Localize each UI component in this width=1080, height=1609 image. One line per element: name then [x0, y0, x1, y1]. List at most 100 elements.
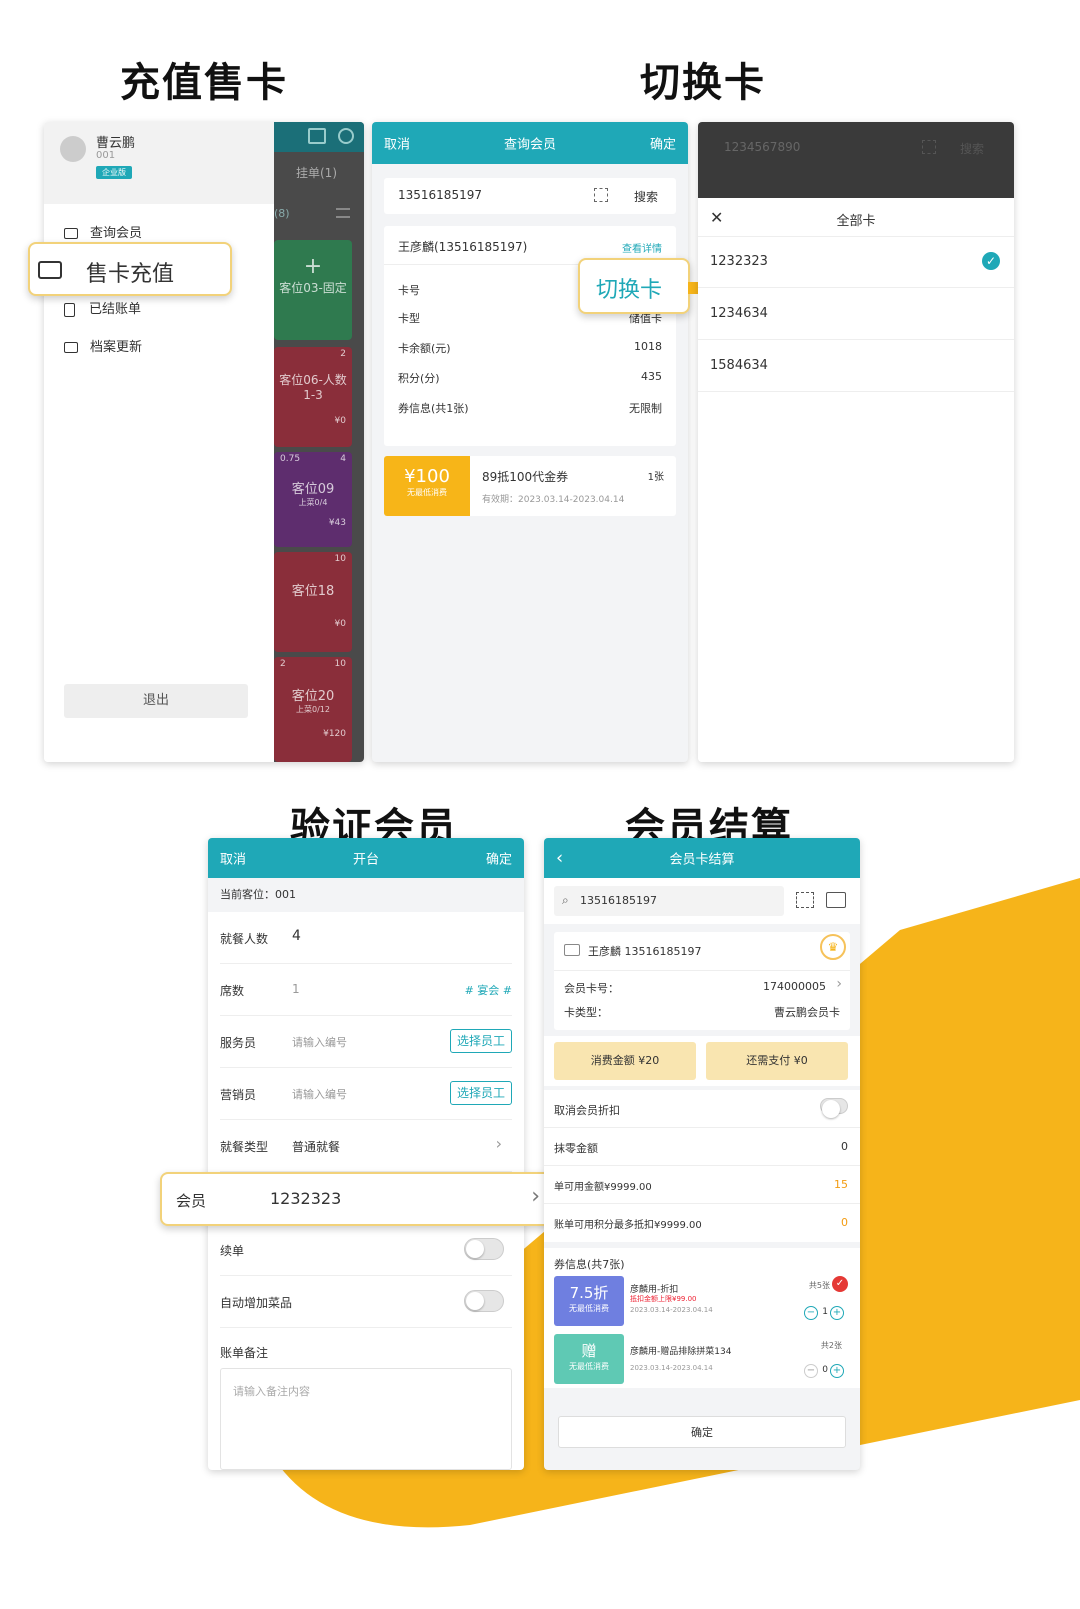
cancel-button[interactable]: 取消 — [220, 849, 246, 868]
scan-icon[interactable] — [594, 188, 608, 202]
confirm-button[interactable]: 确定 — [650, 134, 676, 153]
seat-tile[interactable]: + 客位03-固定 — [274, 240, 352, 340]
title-switch-card: 切换卡 — [640, 60, 766, 106]
coupon-section: 券信息(共7张) 7.5折 无最低消费 彦麟用-折扣 抵扣金额上限¥99.00 … — [544, 1248, 860, 1388]
search-input[interactable]: 13516185197 — [398, 188, 482, 202]
form-row-auto-add: 自动增加菜品 — [220, 1276, 512, 1328]
scan-icon — [308, 128, 326, 144]
search-input[interactable]: ⌕ 13516185197 — [554, 886, 784, 916]
coupon-quantity: 1 — [822, 1307, 828, 1317]
chevron-right-icon: › — [531, 1184, 540, 1209]
selected-check-icon: ✓ — [832, 1276, 848, 1292]
settle-row[interactable]: 单可用金额¥9999.00 15 — [544, 1166, 860, 1204]
page-title: 查询会员 — [503, 137, 557, 153]
callout-sell-card-recharge[interactable]: 售卡充值 — [28, 242, 232, 296]
settle-row: 取消会员折扣 — [544, 1090, 860, 1128]
banquet-tag[interactable]: # 宴会 # — [465, 982, 512, 998]
minus-icon[interactable]: − — [804, 1306, 818, 1320]
field-label: 积分(分) — [398, 372, 440, 385]
coupon-card[interactable]: 7.5折 无最低消费 彦麟用-折扣 抵扣金额上限¥99.00 2023.03.1… — [554, 1276, 848, 1326]
consume-amount: 消费金额 ¥20 — [554, 1042, 696, 1080]
form-row-marketer: 营销员 请输入编号 选择员工 — [220, 1068, 512, 1120]
back-icon[interactable]: ‹ — [556, 848, 563, 869]
auto-add-toggle[interactable] — [464, 1290, 504, 1312]
form-row-tables[interactable]: 席数 1 # 宴会 # — [220, 964, 512, 1016]
member-name: 王彦麟 13516185197 — [588, 945, 702, 958]
field-label: 卡余额(元) — [398, 342, 451, 355]
field-value: 无限制 — [629, 402, 662, 415]
coupon-card[interactable]: 赠 无最低消费 彦麟用-赠品排除拼菜134 2023.03.14-2023.04… — [554, 1334, 848, 1384]
card-list-item[interactable]: 1584634 — [698, 340, 1014, 392]
remark-textarea[interactable]: 请输入备注内容 — [220, 1368, 512, 1470]
search-button[interactable]: 搜索 — [634, 188, 658, 205]
form-row-dining-type[interactable]: 就餐类型 普通就餐 › — [220, 1120, 512, 1172]
seat-tile[interactable]: 2 10 客位20 上菜0/12 ¥120 — [274, 657, 352, 762]
select-staff-button[interactable]: 选择员工 — [450, 1081, 512, 1105]
view-detail-link[interactable]: 查看详情 — [622, 240, 662, 255]
panel-query-member: 取消 查询会员 确定 13516185197 搜索 王彦麟(1351618519… — [372, 122, 688, 762]
cancel-button[interactable]: 取消 — [384, 134, 410, 153]
callout-switch-card[interactable]: 切换卡 — [578, 258, 690, 314]
card-icon[interactable] — [826, 892, 846, 908]
user-name: 曹云鹏 — [96, 136, 136, 151]
card-type: 曹云鹏会员卡 — [774, 1006, 840, 1019]
refresh-icon — [338, 128, 354, 144]
title-recharge: 充值售卡 — [120, 60, 288, 106]
clipboard-icon — [64, 302, 75, 317]
settle-row[interactable]: 账单可用积分最多抵扣¥9999.00 0 — [544, 1204, 860, 1242]
field-label: 卡号 — [398, 284, 420, 297]
callout-sell-card-label: 售卡充值 — [86, 262, 175, 287]
menu-item-bills[interactable]: 已结账单 — [64, 298, 141, 317]
edition-badge: 企业版 — [96, 166, 132, 179]
search-button[interactable]: 搜索 — [960, 140, 984, 157]
coupon-condition: 无最低消费 — [407, 488, 447, 497]
field-label: 卡型 — [398, 312, 420, 325]
chevron-right-icon: › — [495, 1134, 502, 1153]
settle-row[interactable]: 抹零金额 0 — [544, 1128, 860, 1166]
coupon-count: 1张 — [647, 472, 664, 483]
menu-lines-icon — [336, 208, 350, 218]
form-row-renew: 续单 — [220, 1224, 512, 1276]
plus-icon[interactable]: + — [830, 1364, 844, 1378]
waiter-input[interactable]: 请输入编号 — [292, 1034, 347, 1050]
callout-member-row[interactable]: 会员 1232323 › — [160, 1172, 564, 1226]
remark-label: 账单备注 — [220, 1346, 269, 1360]
cancel-discount-toggle[interactable] — [820, 1098, 848, 1118]
panel-recharge: 挂单(1) (8) + 客位03-固定 2 客位06-人数 1-3 ¥0 0.7… — [44, 122, 364, 762]
card-recharge-icon — [38, 261, 62, 279]
avatar — [60, 136, 86, 162]
renew-toggle[interactable] — [464, 1238, 504, 1260]
menu-item-archive[interactable]: 档案更新 — [64, 336, 142, 355]
seat-tile[interactable]: 0.75 4 客位09 上菜0/4 ¥43 — [274, 452, 352, 547]
form-row-diners[interactable]: 就餐人数 4 — [220, 912, 512, 964]
marketer-input[interactable]: 请输入编号 — [292, 1086, 347, 1102]
menu-item-query-member[interactable]: 查询会员 — [64, 222, 142, 241]
chevron-right-icon[interactable]: › — [836, 976, 842, 992]
open-table-header: 取消 开台 确定 — [208, 838, 524, 878]
folder-icon — [64, 342, 78, 353]
page-title: 开台 — [352, 852, 380, 868]
coupon-card[interactable]: ¥100 无最低消费 89抵100代金券 1张 有效期：2023.03.14-2… — [384, 456, 676, 516]
card-list-item[interactable]: 1234634 — [698, 288, 1014, 340]
seat-tile[interactable]: 2 客位06-人数 1-3 ¥0 — [274, 347, 352, 447]
plus-icon[interactable]: + — [830, 1306, 844, 1320]
search-icon: ⌕ — [562, 893, 569, 907]
panel-card-list: 1234567890 搜索 ✕ 全部卡 1232323 ✓ 1234634 15… — [698, 122, 1014, 762]
id-card-icon — [564, 944, 580, 956]
confirm-button[interactable]: 确定 — [558, 1416, 846, 1448]
minus-icon[interactable]: − — [804, 1364, 818, 1378]
logout-button[interactable]: 退出 — [64, 684, 248, 718]
check-icon: ✓ — [982, 252, 1000, 270]
field-value: 435 — [641, 370, 662, 383]
seat-tile[interactable]: 10 客位18 ¥0 — [274, 552, 352, 652]
scan-icon — [922, 140, 936, 154]
scan-icon[interactable] — [796, 892, 814, 908]
hold-order-tab[interactable]: 挂单(1) — [296, 164, 337, 181]
confirm-button[interactable]: 确定 — [486, 849, 512, 868]
search-input[interactable]: 1234567890 — [724, 140, 800, 154]
card-list-item[interactable]: 1232323 ✓ — [698, 236, 1014, 288]
card-number: 174000005 — [763, 980, 826, 993]
search-card-icon — [64, 228, 78, 239]
select-staff-button[interactable]: 选择员工 — [450, 1029, 512, 1053]
close-icon[interactable]: ✕ — [710, 208, 723, 227]
